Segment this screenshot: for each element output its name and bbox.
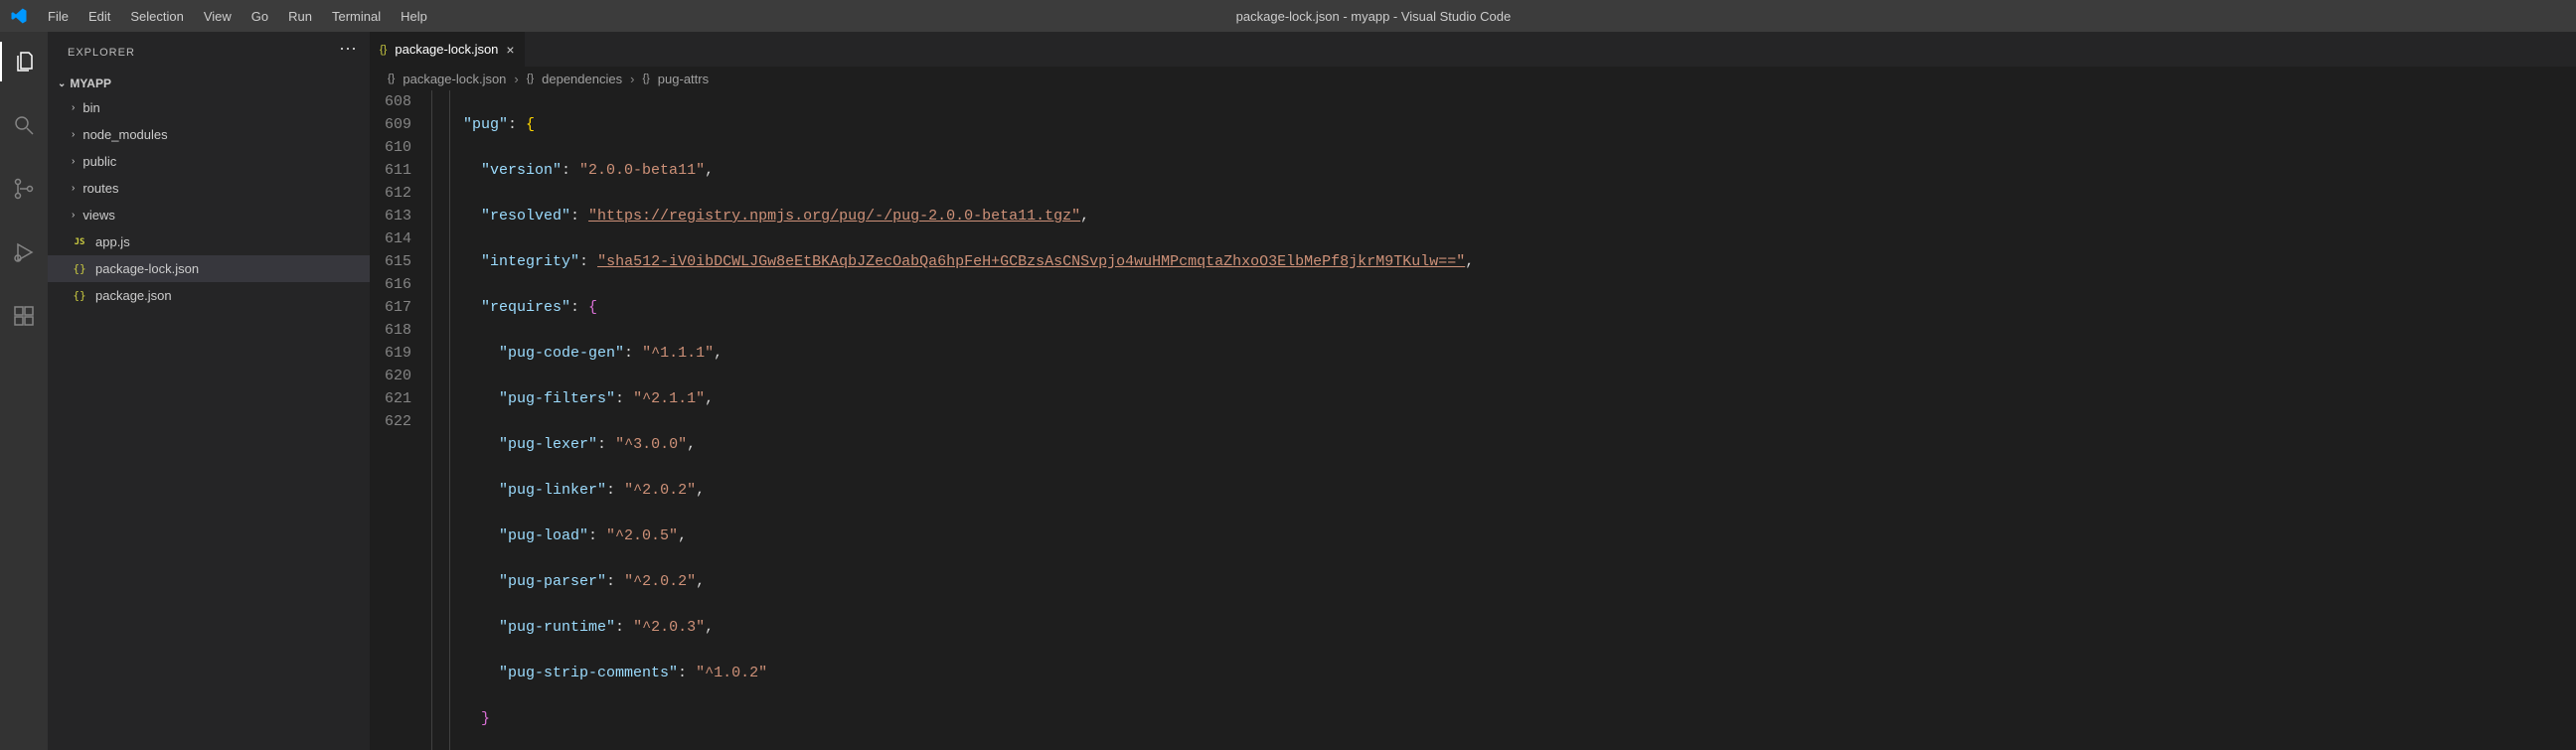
js-file-icon: JS: [72, 237, 87, 247]
folder-public[interactable]: › public: [48, 148, 370, 175]
explorer-project[interactable]: ⌄ MYAPP: [48, 73, 370, 94]
editor-group: {} package-lock.json × {} package-lock.j…: [370, 32, 2576, 750]
title-bar: File Edit Selection View Go Run Terminal…: [0, 0, 2576, 32]
search-icon: [12, 113, 36, 137]
folder-label: views: [82, 208, 115, 223]
activity-bar: [0, 32, 48, 750]
explorer-title: EXPLORER: [68, 47, 135, 59]
chevron-right-icon: ›: [72, 156, 75, 167]
json-file-icon: {}: [72, 289, 87, 302]
menu-run[interactable]: Run: [278, 4, 322, 29]
files-icon: [13, 50, 37, 74]
run-debug-icon: [12, 240, 36, 264]
window-title: package-lock.json - myapp - Visual Studi…: [437, 9, 2310, 24]
chevron-right-icon: ›: [72, 129, 75, 140]
breadcrumb[interactable]: {} package-lock.json › {} dependencies ›…: [370, 67, 2576, 90]
file-label: package-lock.json: [95, 261, 199, 276]
chevron-right-icon: ›: [514, 72, 518, 86]
chevron-right-icon: ›: [630, 72, 634, 86]
tab-bar: {} package-lock.json ×: [370, 32, 2576, 67]
tab-package-lock[interactable]: {} package-lock.json ×: [370, 32, 525, 67]
chevron-down-icon: ⌄: [58, 78, 66, 89]
folder-label: bin: [82, 100, 99, 115]
close-icon[interactable]: ×: [506, 42, 514, 58]
json-file-icon: {}: [380, 44, 387, 56]
json-file-icon: {}: [388, 73, 395, 84]
activity-debug[interactable]: [0, 232, 48, 272]
explorer-sidebar: EXPLORER ⋯ ⌄ MYAPP › bin › node_modules › p…: [48, 32, 370, 750]
json-file-icon: {}: [72, 262, 87, 275]
folder-label: node_modules: [82, 127, 167, 142]
folder-label: public: [82, 154, 116, 169]
file-label: app.js: [95, 234, 130, 249]
menu-bar: File Edit Selection View Go Run Terminal…: [38, 4, 437, 29]
breadcrumb-pug-attrs[interactable]: pug-attrs: [658, 72, 709, 86]
activity-extensions[interactable]: [0, 296, 48, 336]
chevron-right-icon: ›: [72, 102, 75, 113]
code-editor[interactable]: 608609610 611612613 614615616 617618619 …: [370, 90, 2576, 750]
file-package-json[interactable]: {} package.json: [48, 282, 370, 309]
code-content[interactable]: "pug": { "version": "2.0.0-beta11", "res…: [463, 90, 2576, 750]
menu-file[interactable]: File: [38, 4, 79, 29]
breadcrumb-file[interactable]: package-lock.json: [402, 72, 506, 86]
menu-view[interactable]: View: [194, 4, 242, 29]
explorer-more-icon[interactable]: ⋯: [339, 39, 356, 60]
file-package-lock-json[interactable]: {} package-lock.json: [48, 255, 370, 282]
extensions-icon: [12, 304, 36, 328]
menu-terminal[interactable]: Terminal: [322, 4, 391, 29]
file-label: package.json: [95, 288, 172, 303]
tab-label: package-lock.json: [395, 42, 498, 57]
indent-guides: [429, 90, 463, 750]
chevron-right-icon: ›: [72, 210, 75, 221]
file-app-js[interactable]: JS app.js: [48, 228, 370, 255]
json-object-icon: {}: [527, 73, 534, 84]
menu-selection[interactable]: Selection: [120, 4, 193, 29]
menu-help[interactable]: Help: [391, 4, 437, 29]
folder-label: routes: [82, 181, 118, 196]
folder-views[interactable]: › views: [48, 202, 370, 228]
json-object-icon: {}: [642, 73, 649, 84]
folder-bin[interactable]: › bin: [48, 94, 370, 121]
vscode-logo-icon: [10, 7, 28, 25]
menu-edit[interactable]: Edit: [79, 4, 120, 29]
activity-explorer[interactable]: [0, 42, 48, 81]
project-name: MYAPP: [70, 76, 111, 90]
file-tree: › bin › node_modules › public › routes › view…: [48, 94, 370, 309]
breadcrumb-dependencies[interactable]: dependencies: [542, 72, 622, 86]
folder-node-modules[interactable]: › node_modules: [48, 121, 370, 148]
folder-routes[interactable]: › routes: [48, 175, 370, 202]
line-numbers: 608609610 611612613 614615616 617618619 …: [370, 90, 429, 750]
activity-search[interactable]: [0, 105, 48, 145]
activity-scm[interactable]: [0, 169, 48, 209]
source-control-icon: [12, 177, 36, 201]
menu-go[interactable]: Go: [242, 4, 278, 29]
chevron-right-icon: ›: [72, 183, 75, 194]
